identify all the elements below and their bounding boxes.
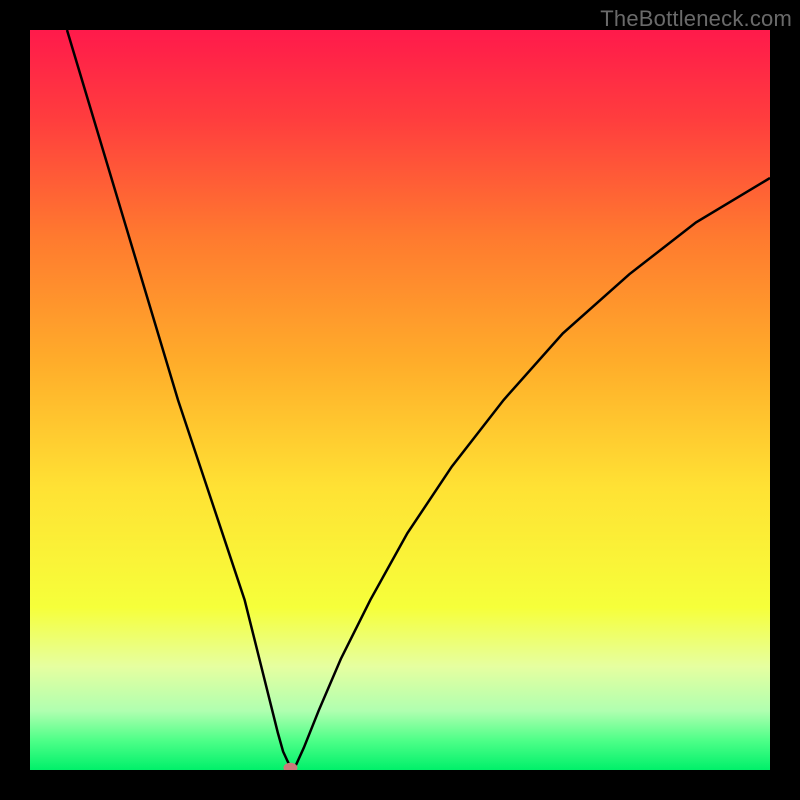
chart-container: TheBottleneck.com bbox=[0, 0, 800, 800]
gradient-background bbox=[30, 30, 770, 770]
plot-area bbox=[30, 30, 770, 770]
chart-svg bbox=[30, 30, 770, 770]
watermark-text: TheBottleneck.com bbox=[600, 6, 792, 32]
